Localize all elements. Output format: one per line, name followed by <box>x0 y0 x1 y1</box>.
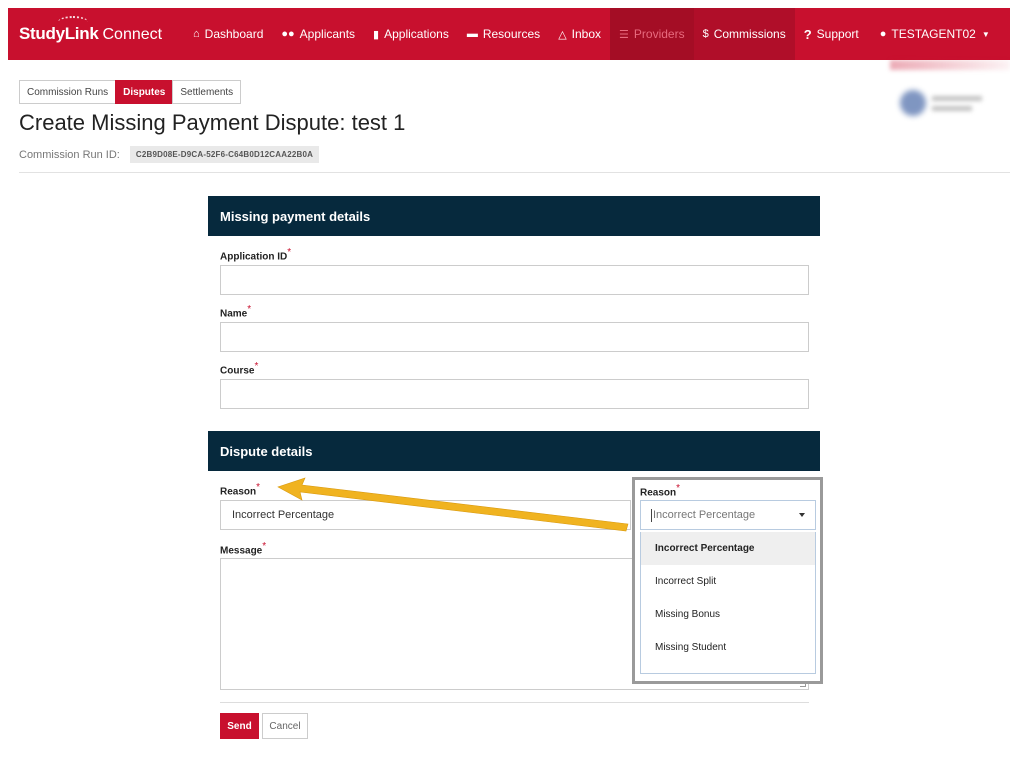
name-label: Name* <box>220 304 252 320</box>
missing-payment-panel: Missing payment details Application ID* … <box>208 196 820 416</box>
nav-user-label: TESTAGENT02 <box>891 27 976 41</box>
nav-providers[interactable]: ☰ Providers <box>610 8 694 60</box>
nav-applications-label: Applications <box>384 27 449 41</box>
nav-applicants[interactable]: ●● Applicants <box>272 8 364 60</box>
message-label: Message* <box>220 541 267 557</box>
nav-providers-label: Providers <box>633 27 685 41</box>
nav-resources-label: Resources <box>482 27 541 41</box>
nav-commissions[interactable]: $ Commissions <box>693 8 795 60</box>
caret-down-icon[interactable] <box>799 513 805 517</box>
nav-resources[interactable]: ▬ Resources <box>458 8 549 60</box>
run-id-label: Commission Run ID: <box>19 148 120 161</box>
bank-icon: ☰ <box>619 28 629 41</box>
nav-dashboard-label: Dashboard <box>204 27 264 41</box>
missing-payment-heading: Missing payment details <box>208 196 820 236</box>
application-id-label: Application ID* <box>220 247 292 263</box>
blurred-banner-decoration <box>890 60 1010 70</box>
reason-option[interactable]: Incorrect Percentage <box>641 532 815 565</box>
send-button[interactable]: Send <box>220 713 259 739</box>
blurred-provider-logo <box>900 84 990 124</box>
folder-icon: ▬ <box>466 28 478 40</box>
popup-reason-label: Reason* <box>640 483 681 499</box>
reason-options-list: Incorrect Percentage Incorrect Split Mis… <box>640 532 816 674</box>
reason-dropdown-callout: Reason* Incorrect Percentage Incorrect P… <box>632 477 823 684</box>
reason-label: Reason* <box>220 482 261 498</box>
inbox-icon: △ <box>558 28 567 41</box>
reason-select[interactable]: Incorrect Percentage <box>640 500 816 530</box>
nav-dashboard[interactable]: ⌂ Dashboard <box>184 8 272 60</box>
run-id-value: C2B9D08E-D9CA-52F6-C64B0D12CAA22B0A <box>129 146 320 163</box>
page-title: Create Missing Payment Dispute: test 1 <box>19 110 406 135</box>
nav-inbox[interactable]: △ Inbox <box>549 8 610 60</box>
users-icon: ●● <box>281 28 295 40</box>
tab-disputes[interactable]: Disputes <box>115 80 174 104</box>
nav-applications[interactable]: ▮ Applications <box>364 8 458 60</box>
blurred-logo-line <box>932 96 982 101</box>
tab-commission-runs[interactable]: Commission Runs <box>19 80 117 104</box>
reason-option[interactable]: Missing Bonus <box>641 598 815 631</box>
name-input[interactable] <box>220 322 809 352</box>
home-icon: ⌂ <box>193 28 200 40</box>
tab-settlements[interactable]: Settlements <box>172 80 242 104</box>
nav-applicants-label: Applicants <box>299 27 356 41</box>
nav-commissions-label: Commissions <box>713 27 786 41</box>
brand-name-light: Connect <box>102 26 163 43</box>
nav-support-label: Support <box>816 27 859 41</box>
text-cursor <box>651 508 652 522</box>
dispute-details-heading: Dispute details <box>208 431 820 471</box>
file-icon: ▮ <box>373 28 380 41</box>
reason-option[interactable]: Incorrect Split <box>641 565 815 598</box>
commission-subtabs: Commission Runs Disputes Settlements <box>19 80 242 104</box>
question-icon: ? <box>803 26 812 42</box>
dollar-icon: $ <box>702 28 709 40</box>
reason-option[interactable]: Missing Student <box>641 631 815 664</box>
commission-run-id: Commission Run ID: C2B9D08E-D9CA-52F6-C6… <box>19 146 320 163</box>
course-input[interactable] <box>220 379 809 409</box>
chevron-down-icon: ▼ <box>981 29 990 39</box>
brand-arc-decoration <box>58 16 88 28</box>
nav-support[interactable]: ? Support <box>795 8 868 60</box>
course-label: Course* <box>220 361 259 377</box>
brand-logo[interactable]: StudyLink Connect <box>8 16 184 44</box>
top-navbar: StudyLink Connect ⌂ Dashboard ●● Applica… <box>8 8 1010 60</box>
reason-input[interactable] <box>220 500 631 530</box>
nav-inbox-label: Inbox <box>571 27 602 41</box>
blurred-logo-line <box>932 106 972 111</box>
nav-user-menu[interactable]: ● TESTAGENT02 ▼ <box>868 8 999 60</box>
application-id-input[interactable] <box>220 265 809 295</box>
divider <box>19 172 1010 173</box>
form-divider <box>220 702 809 703</box>
reason-select-placeholder: Incorrect Percentage <box>653 509 756 521</box>
user-icon: ● <box>879 28 887 40</box>
cancel-button[interactable]: Cancel <box>262 713 308 739</box>
blurred-logo-circle <box>900 90 926 116</box>
